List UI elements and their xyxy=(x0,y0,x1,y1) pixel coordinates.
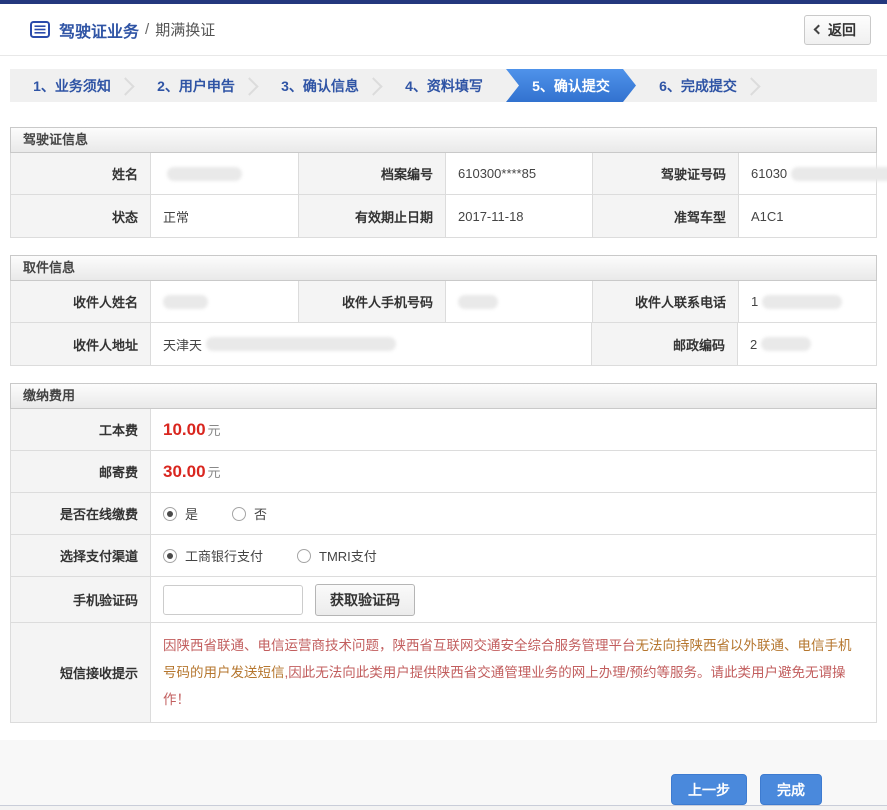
pickup-info-table: 收件人姓名 收件人手机号码 收件人联系电话 1 收件人地址 天津天 邮政编码 2 xyxy=(10,281,877,366)
recipient-mobile-value xyxy=(446,281,593,322)
file-no-label: 档案编号 xyxy=(299,153,446,194)
table-row: 工本费 10.00 元 xyxy=(11,409,876,451)
step-2-user-declaration[interactable]: 2、用户申告 xyxy=(134,69,258,102)
back-button-label: 返回 xyxy=(828,21,856,38)
step-bar-filler xyxy=(760,69,877,102)
get-code-button[interactable]: 获取验证码 xyxy=(315,583,415,616)
production-fee-label: 工本费 xyxy=(11,409,151,450)
step-wizard: 1、业务须知 2、用户申告 3、确认信息 4、资料填写 5、确认提交 6、完成提… xyxy=(10,69,877,102)
vehicle-type-label: 准驾车型 xyxy=(593,195,739,237)
sms-code-label: 手机验证码 xyxy=(11,577,151,622)
online-pay-options: 是 否 xyxy=(151,493,876,534)
pickup-info-section: 取件信息 收件人姓名 收件人手机号码 收件人联系电话 1 收件人地址 天津天 邮… xyxy=(10,255,877,366)
breadcrumb-current: 期满换证 xyxy=(155,22,216,39)
radio-unchecked-icon[interactable] xyxy=(232,506,247,521)
radio-checked-icon[interactable] xyxy=(163,506,177,521)
recipient-phone-label: 收件人联系电话 xyxy=(593,281,739,322)
name-label: 姓名 xyxy=(11,153,151,194)
recipient-name-value xyxy=(151,281,299,322)
mailing-fee-value: 30.00 元 xyxy=(151,451,876,492)
page: 驾驶证业务 / 期满换证 返回 1、业务须知 2、用户申告 3、确认信息 4、资… xyxy=(0,0,887,810)
payment-table: 工本费 10.00 元 邮寄费 30.00 元 是否在线缴费 是 否 选择支付渠… xyxy=(10,409,877,723)
redacted-recipient-name xyxy=(163,294,208,309)
currency-unit: 元 xyxy=(207,465,221,480)
header: 驾驶证业务 / 期满换证 返回 xyxy=(0,4,887,56)
online-pay-label: 是否在线缴费 xyxy=(11,493,151,534)
channel-icbc-option[interactable]: 工商银行支付 xyxy=(163,546,263,565)
table-row: 邮寄费 30.00 元 xyxy=(11,451,876,493)
license-info-title: 驾驶证信息 xyxy=(10,127,877,153)
license-no-label: 驾驶证号码 xyxy=(593,153,739,194)
radio-checked-icon[interactable] xyxy=(163,548,177,563)
online-pay-no-option[interactable]: 否 xyxy=(232,504,267,523)
online-pay-yes-option[interactable]: 是 xyxy=(163,504,198,523)
vehicle-type-value: A1C1 xyxy=(751,208,784,224)
finish-button[interactable]: 完成 xyxy=(760,774,822,805)
notice-text-red: 因陕西省联通、电信运营商技术问题，陕西省互联网交通安全综合服务管理平台 xyxy=(163,638,636,653)
step-6-complete-submit[interactable]: 6、完成提交 xyxy=(636,69,760,102)
sms-code-row: 获取验证码 xyxy=(151,577,876,622)
sms-code-input[interactable] xyxy=(163,584,303,615)
step-1-business-notice[interactable]: 1、业务须知 xyxy=(10,69,134,102)
step-3-confirm-info[interactable]: 3、确认信息 xyxy=(258,69,382,102)
expiry-value: 2017-11-18 xyxy=(446,195,593,237)
bottom-strip xyxy=(0,806,887,810)
production-fee-amount: 10.00 xyxy=(163,419,206,439)
page-title: 驾驶证业务 xyxy=(59,23,140,41)
production-fee-value: 10.00 元 xyxy=(151,409,876,450)
expiry-label: 有效期止日期 xyxy=(299,195,446,237)
footer-actions: 上一步 完成 xyxy=(0,740,887,805)
sms-notice-label: 短信接收提示 xyxy=(11,623,151,722)
table-row: 收件人姓名 收件人手机号码 收件人联系电话 1 xyxy=(11,281,876,323)
status-value: 正常 xyxy=(151,195,299,237)
license-info-section: 驾驶证信息 姓名 档案编号 610300****85 驾驶证号码 61030 状… xyxy=(10,127,887,238)
recipient-address-label: 收件人地址 xyxy=(11,323,151,365)
redacted-license-no xyxy=(791,166,887,181)
table-row: 短信接收提示 因陕西省联通、电信运营商技术问题，陕西省互联网交通安全综合服务管理… xyxy=(11,623,876,722)
payment-section: 缴纳费用 工本费 10.00 元 邮寄费 30.00 元 是否在线缴费 是 否 … xyxy=(10,383,877,723)
recipient-address-value: 天津天 xyxy=(151,323,592,365)
payment-title: 缴纳费用 xyxy=(10,383,877,409)
step-5-confirm-submit[interactable]: 5、确认提交 xyxy=(506,69,636,102)
status-label: 状态 xyxy=(11,195,151,237)
mailing-fee-label: 邮寄费 xyxy=(11,451,151,492)
name-value xyxy=(151,153,299,194)
redacted-mobile xyxy=(458,294,498,309)
postcode-label: 邮政编码 xyxy=(592,323,738,365)
pay-channel-label: 选择支付渠道 xyxy=(11,535,151,576)
license-info-table: 姓名 档案编号 610300****85 驾驶证号码 61030 状态 正常 有… xyxy=(10,153,887,238)
radio-unchecked-icon[interactable] xyxy=(297,548,312,563)
mailing-fee-amount: 30.00 xyxy=(163,461,206,481)
chevron-left-icon xyxy=(813,24,824,35)
redacted-name xyxy=(167,166,242,181)
currency-unit: 元 xyxy=(207,423,221,438)
recipient-mobile-label: 收件人手机号码 xyxy=(299,281,446,322)
recipient-phone-value: 1 xyxy=(739,281,876,322)
previous-step-button[interactable]: 上一步 xyxy=(671,774,747,805)
table-row: 状态 正常 有效期止日期 2017-11-18 准驾车型 A1C1 xyxy=(11,195,876,237)
step-4-fill-data[interactable]: 4、资料填写 xyxy=(382,69,506,102)
redacted-phone xyxy=(762,294,843,309)
pay-channel-options: 工商银行支付 TMRI支付 xyxy=(151,535,876,576)
recipient-name-label: 收件人姓名 xyxy=(11,281,151,322)
postcode-value: 2 xyxy=(738,323,876,365)
table-row: 是否在线缴费 是 否 xyxy=(11,493,876,535)
file-no-value: 610300****85 xyxy=(446,153,593,194)
redacted-address xyxy=(206,337,397,351)
table-row: 收件人地址 天津天 邮政编码 2 xyxy=(11,323,876,365)
table-row: 手机验证码 获取验证码 xyxy=(11,577,876,623)
table-row: 姓名 档案编号 610300****85 驾驶证号码 61030 xyxy=(11,153,887,195)
sms-notice-text: 因陕西省联通、电信运营商技术问题，陕西省互联网交通安全综合服务管理平台无法向持陕… xyxy=(151,623,876,722)
table-row: 选择支付渠道 工商银行支付 TMRI支付 xyxy=(11,535,876,577)
back-button[interactable]: 返回 xyxy=(804,14,871,45)
redacted-postcode xyxy=(761,337,812,351)
breadcrumb-separator: / xyxy=(145,21,150,38)
channel-tmri-option[interactable]: TMRI支付 xyxy=(297,546,377,565)
license-menu-icon xyxy=(30,21,50,38)
pickup-info-title: 取件信息 xyxy=(10,255,877,281)
license-no-value: 61030 xyxy=(739,153,887,194)
